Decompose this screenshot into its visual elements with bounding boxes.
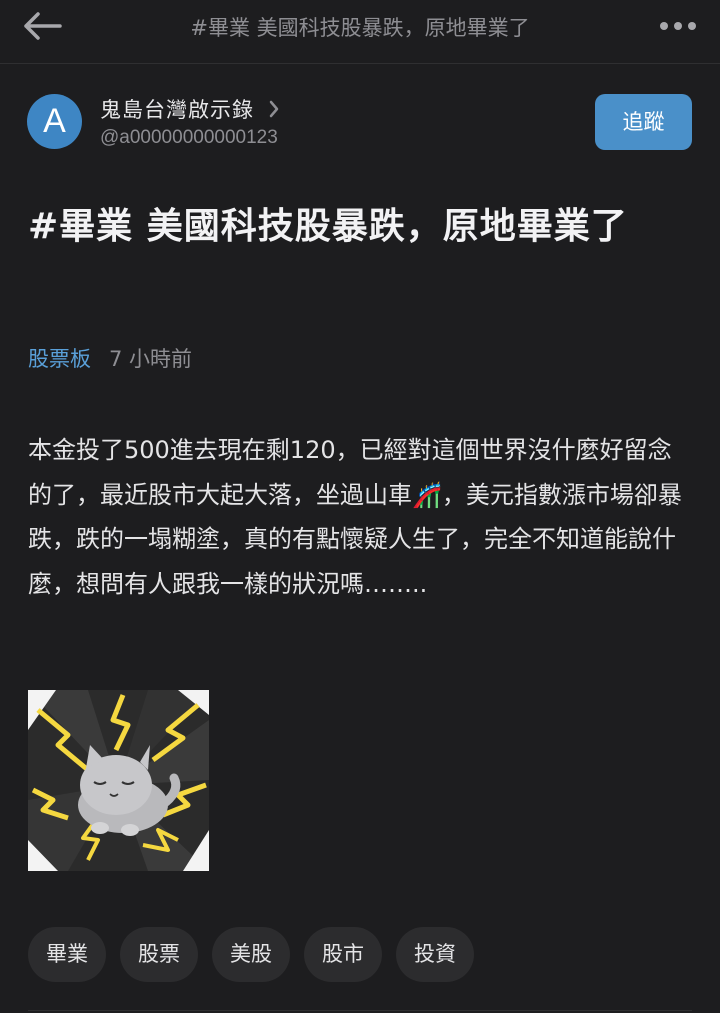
- more-options-button[interactable]: [654, 8, 702, 44]
- tag-chip[interactable]: 畢業: [28, 927, 106, 982]
- top-bar: #畢業 美國科技股暴跌，原地畢業了: [0, 0, 720, 64]
- roller-coaster-emoji: 🎢: [412, 480, 442, 509]
- back-button[interactable]: [18, 6, 66, 46]
- more-dot: [674, 22, 682, 30]
- post-title: #畢業 美國科技股暴跌，原地畢業了: [28, 206, 628, 247]
- gray-cat-sticker-lightning: [28, 690, 209, 871]
- author-block: A 鬼島台灣啟示錄 @a00000000000123: [27, 94, 587, 154]
- board-link[interactable]: 股票板: [28, 343, 91, 373]
- follow-button[interactable]: 追蹤: [595, 94, 692, 150]
- chevron-right-icon: [268, 99, 280, 119]
- author-handle: @a00000000000123: [100, 127, 278, 148]
- more-dot: [688, 22, 696, 30]
- post-image[interactable]: [28, 690, 209, 871]
- arrow-left-icon: [24, 12, 62, 40]
- more-dots-icon: [660, 22, 668, 30]
- author-profile-link[interactable]: 鬼島台灣啟示錄: [100, 94, 280, 124]
- tag-chip[interactable]: 美股: [212, 927, 290, 982]
- post-body: 本金投了500進去現在剩120，已經對這個世界沒什麼好留念的了，最近股市大起大落…: [28, 428, 688, 606]
- post-time: 7 小時前: [109, 347, 193, 371]
- post-meta: 股票板 7 小時前: [28, 343, 192, 373]
- divider: [28, 1010, 692, 1011]
- tag-chip[interactable]: 股市: [304, 927, 382, 982]
- tag-chip[interactable]: 股票: [120, 927, 198, 982]
- topbar-title: #畢業 美國科技股暴跌，原地畢業了: [190, 16, 530, 40]
- avatar[interactable]: A: [27, 94, 82, 149]
- tag-chip[interactable]: 投資: [396, 927, 474, 982]
- tag-list: 畢業 股票 美股 股市 投資: [28, 927, 488, 982]
- author-name: 鬼島台灣啟示錄: [100, 98, 254, 122]
